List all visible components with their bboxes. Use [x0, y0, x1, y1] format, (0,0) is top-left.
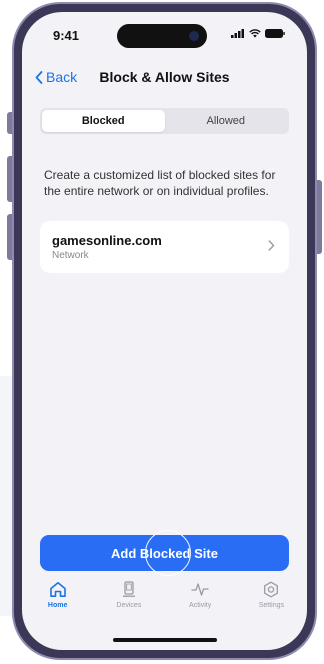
site-scope: Network [52, 250, 89, 261]
tab-home-label: Home [47, 602, 68, 609]
blocked-site-row[interactable]: gamesonline.com Network [40, 221, 289, 273]
segmented-control: Blocked Allowed [40, 108, 289, 134]
camera-icon [189, 31, 199, 41]
activity-icon [191, 583, 209, 596]
phone-screen: 9:41 Back Block & Allow Sites Blocked Al… [22, 12, 307, 650]
add-blocked-site-button[interactable]: Add Blocked Site [40, 535, 289, 571]
page-title: Block & Allow Sites [99, 69, 230, 85]
stage: 9:41 Back Block & Allow Sites Blocked Al… [0, 0, 324, 664]
settings-icon [264, 581, 279, 598]
home-indicator [112, 638, 217, 642]
devices-icon [122, 581, 135, 597]
tab-settings[interactable]: Settings [236, 581, 307, 625]
wifi-icon [249, 29, 261, 38]
dynamic-island [117, 24, 207, 48]
status-icons [231, 29, 285, 38]
tab-home[interactable]: Home [22, 581, 93, 625]
tab-bar: Home Devices Activity Settings [22, 581, 307, 625]
tab-blocked[interactable]: Blocked [42, 110, 165, 132]
home-icon [49, 582, 66, 597]
battery-icon [265, 29, 285, 38]
tab-settings-label: Settings [258, 602, 285, 609]
power-button [317, 180, 322, 254]
tab-activity[interactable]: Activity [165, 581, 236, 625]
chevron-right-icon [268, 240, 275, 251]
site-domain: gamesonline.com [52, 233, 162, 248]
status-time: 9:41 [53, 28, 80, 43]
description-text: Create a customized list of blocked site… [44, 168, 276, 198]
tab-allowed[interactable]: Allowed [165, 110, 288, 132]
tab-activity-label: Activity [189, 602, 212, 609]
signal-icon [231, 29, 244, 38]
nav-bar: Back Block & Allow Sites [22, 66, 307, 90]
tab-devices-label: Devices [116, 602, 142, 609]
status-bar: 9:41 [22, 12, 307, 52]
phone-frame: 9:41 Back Block & Allow Sites Blocked Al… [12, 2, 317, 660]
tab-devices[interactable]: Devices [93, 581, 164, 625]
